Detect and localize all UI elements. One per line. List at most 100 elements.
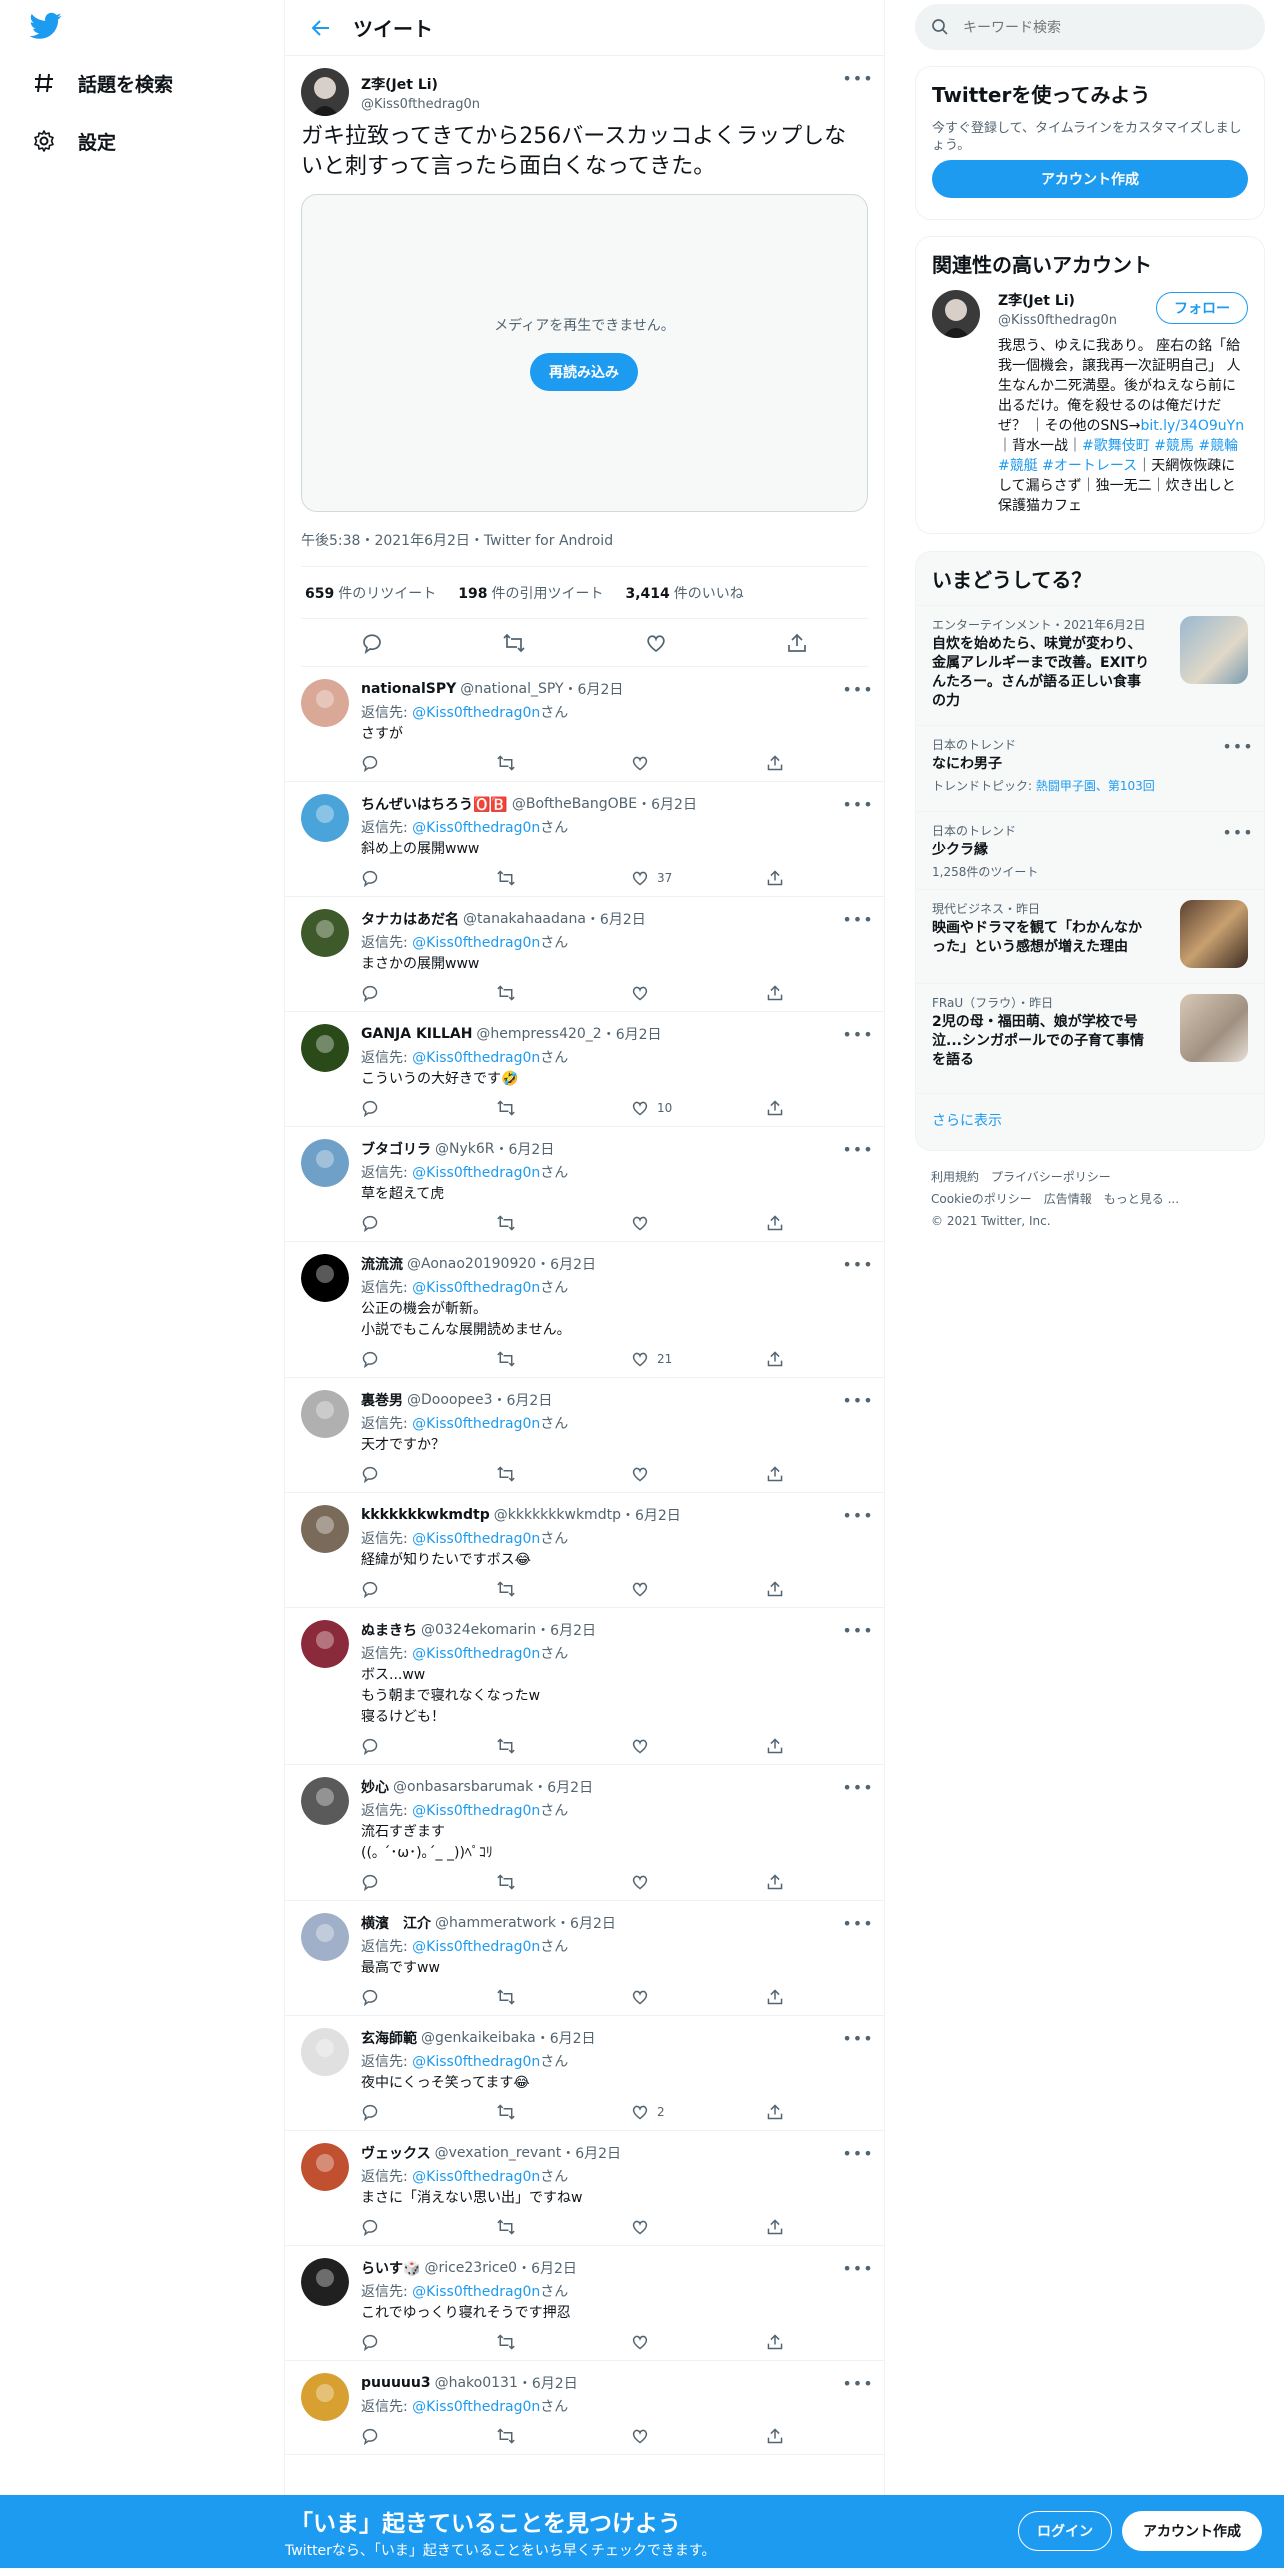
trend-item[interactable]: 現代ビジネス・昨日 映画やドラマを観て「わかんなかった」という感想が増えた理由 bbox=[916, 889, 1264, 983]
reply-tweet[interactable]: ••• らいす🎲 @rice23rice0 ・6月2日 返信先: @Kiss0fthed… bbox=[285, 2246, 884, 2361]
reply-author-handle[interactable]: @hammeratwork bbox=[435, 1915, 556, 1931]
like-icon[interactable] bbox=[631, 1465, 766, 1483]
reply-author-name[interactable]: 玄海師範 bbox=[361, 2028, 417, 2048]
reply-date[interactable]: ・6月2日 bbox=[637, 794, 697, 814]
avatar[interactable] bbox=[301, 2258, 349, 2306]
like-icon[interactable] bbox=[631, 1737, 766, 1755]
reply-author-handle[interactable]: @tanakahaadana bbox=[463, 911, 586, 927]
avatar[interactable] bbox=[301, 1777, 349, 1825]
reply-author-name[interactable]: ぬまきち bbox=[361, 1620, 417, 1640]
reply-author-name[interactable]: ヴェックス bbox=[361, 2143, 431, 2163]
more-icon[interactable]: ••• bbox=[842, 1620, 872, 1640]
reply-icon[interactable] bbox=[361, 2218, 496, 2236]
trend-item[interactable]: FRaU（フラウ）・昨日 2児の母・福田萌、娘が学校で号泣...シンガポールでの… bbox=[916, 983, 1264, 1093]
avatar[interactable] bbox=[301, 68, 349, 116]
reply-tweet[interactable]: ••• puuuuu3 @hako0131 ・6月2日 返信先: @Kiss0fthed… bbox=[285, 2361, 884, 2455]
create-account-button[interactable]: アカウント作成 bbox=[932, 160, 1248, 198]
reply-author-name[interactable]: タナカはあだ名 bbox=[361, 909, 459, 929]
reply-author-handle[interactable]: @BoftheBangOBE bbox=[512, 796, 637, 812]
reply-tweet[interactable]: ••• kkkkkkkwkmdtp @kkkkkkkwkmdtp ・6月2日 返信先: … bbox=[285, 1493, 884, 1608]
reply-author-name[interactable]: nationalSPY bbox=[361, 681, 456, 697]
retweet-icon[interactable] bbox=[496, 1099, 631, 1117]
reply-date[interactable]: ・6月2日 bbox=[536, 1254, 596, 1274]
back-arrow-icon[interactable] bbox=[303, 10, 339, 46]
reply-date[interactable]: ・6月2日 bbox=[493, 1390, 553, 1410]
reply-to-link[interactable]: @Kiss0fthedrag0n bbox=[412, 2284, 540, 2300]
more-icon[interactable]: ••• bbox=[1222, 736, 1252, 756]
reply-to-link[interactable]: @Kiss0fthedrag0n bbox=[412, 2054, 540, 2070]
reply-tweet[interactable]: ••• 玄海師範 @genkaikeibaka ・6月2日 返信先: @Kiss0fth… bbox=[285, 2016, 884, 2131]
retweet-icon[interactable] bbox=[496, 1214, 631, 1232]
reply-date[interactable]: ・6月2日 bbox=[602, 1024, 662, 1044]
share-icon[interactable] bbox=[766, 1350, 786, 1368]
share-icon[interactable] bbox=[766, 869, 786, 887]
reply-to-link[interactable]: @Kiss0fthedrag0n bbox=[412, 1416, 540, 1432]
more-icon[interactable]: ••• bbox=[842, 2258, 872, 2278]
reply-author-name[interactable]: 妙心 bbox=[361, 1777, 389, 1797]
reply-tweet[interactable]: ••• nationalSPY @national_SPY ・6月2日 返信先: @Ki… bbox=[285, 667, 884, 782]
reply-author-name[interactable]: 流流流 bbox=[361, 1254, 403, 1274]
reply-tweet[interactable]: ••• ぬまきち @0324ekomarin ・6月2日 返信先: @Kiss0fthe… bbox=[285, 1608, 884, 1765]
share-icon[interactable] bbox=[786, 632, 808, 654]
reply-icon[interactable] bbox=[361, 1988, 496, 2006]
like-icon[interactable] bbox=[631, 984, 766, 1002]
more-icon[interactable]: ••• bbox=[842, 1024, 872, 1044]
retweet-icon[interactable] bbox=[496, 2333, 631, 2351]
reply-tweet[interactable]: ••• 妙心 @onbasarsbarumak ・6月2日 返信先: @Kiss0fth… bbox=[285, 1765, 884, 1901]
avatar[interactable] bbox=[301, 1620, 349, 1668]
reply-author-handle[interactable]: @onbasarsbarumak bbox=[393, 1779, 533, 1795]
reply-author-name[interactable]: ブタゴリラ bbox=[361, 1139, 431, 1159]
more-icon[interactable]: ••• bbox=[842, 1254, 872, 1274]
reply-to-link[interactable]: @Kiss0fthedrag0n bbox=[412, 1050, 540, 1066]
more-icon[interactable]: ••• bbox=[842, 68, 872, 88]
author-handle[interactable]: @Kiss0fthedrag0n bbox=[361, 97, 848, 112]
like-icon[interactable] bbox=[631, 2218, 766, 2236]
reply-date[interactable]: ・6月2日 bbox=[586, 909, 646, 929]
share-icon[interactable] bbox=[766, 754, 786, 772]
reply-to-link[interactable]: @Kiss0fthedrag0n bbox=[412, 1646, 540, 1662]
reply-to-link[interactable]: @Kiss0fthedrag0n bbox=[412, 1531, 540, 1547]
reply-author-handle[interactable]: @rice23rice0 bbox=[424, 2260, 517, 2276]
avatar[interactable] bbox=[301, 1390, 349, 1438]
retweet-icon[interactable] bbox=[502, 632, 526, 654]
more-icon[interactable]: ••• bbox=[842, 2373, 872, 2393]
like-icon[interactable] bbox=[631, 1214, 766, 1232]
reply-date[interactable]: ・6月2日 bbox=[536, 2028, 596, 2048]
reply-date[interactable]: ・6月2日 bbox=[533, 1777, 593, 1797]
avatar[interactable] bbox=[301, 2028, 349, 2076]
share-icon[interactable] bbox=[766, 1099, 786, 1117]
reply-author-handle[interactable]: @kkkkkkkwkmdtp bbox=[494, 1507, 621, 1523]
avatar[interactable] bbox=[301, 1505, 349, 1553]
reply-author-name[interactable]: 裏巻男 bbox=[361, 1390, 403, 1410]
footer-link[interactable]: Cookieのポリシー bbox=[931, 1192, 1032, 1206]
reply-date[interactable]: ・6月2日 bbox=[495, 1139, 555, 1159]
reply-tweet[interactable]: ••• ちんぜいはちろう🅾️🅱️ @BoftheBangOBE ・6月2日 返信先: @… bbox=[285, 782, 884, 897]
reply-to-link[interactable]: @Kiss0fthedrag0n bbox=[412, 2169, 540, 2185]
reply-icon[interactable] bbox=[361, 2333, 496, 2351]
like-icon[interactable] bbox=[631, 754, 766, 772]
like-icon[interactable]: 21 bbox=[631, 1350, 766, 1368]
reply-date[interactable]: ・6月2日 bbox=[518, 2373, 578, 2393]
retweet-icon[interactable] bbox=[496, 1873, 631, 1891]
footer-link[interactable]: もっと見る ... bbox=[1104, 1192, 1179, 1206]
reply-to-link[interactable]: @Kiss0fthedrag0n bbox=[412, 1939, 540, 1955]
reply-tweet[interactable]: ••• GANJA KILLAH @hempress420_2 ・6月2日 返信先: @… bbox=[285, 1012, 884, 1127]
nav-settings[interactable]: 設定 bbox=[30, 121, 116, 161]
share-icon[interactable] bbox=[766, 1873, 786, 1891]
reply-icon[interactable] bbox=[361, 2427, 496, 2445]
retweet-icon[interactable] bbox=[496, 1350, 631, 1368]
avatar[interactable] bbox=[301, 1913, 349, 1961]
avatar[interactable] bbox=[301, 2373, 349, 2421]
reply-icon[interactable] bbox=[361, 1737, 496, 1755]
reload-button[interactable]: 再読み込み bbox=[530, 353, 638, 391]
reply-author-name[interactable]: ちんぜいはちろう🅾️🅱️ bbox=[361, 794, 508, 814]
avatar[interactable] bbox=[932, 290, 980, 338]
share-icon[interactable] bbox=[766, 984, 786, 1002]
reply-icon[interactable] bbox=[361, 1214, 496, 1232]
twitter-logo-icon[interactable] bbox=[30, 12, 64, 46]
retweet-icon[interactable] bbox=[496, 2427, 631, 2445]
reply-author-name[interactable]: puuuuu3 bbox=[361, 2375, 431, 2391]
reply-icon[interactable] bbox=[361, 1350, 496, 1368]
footer-link[interactable]: 利用規約 bbox=[931, 1170, 979, 1184]
nav-explore[interactable]: 話題を検索 bbox=[30, 63, 173, 103]
